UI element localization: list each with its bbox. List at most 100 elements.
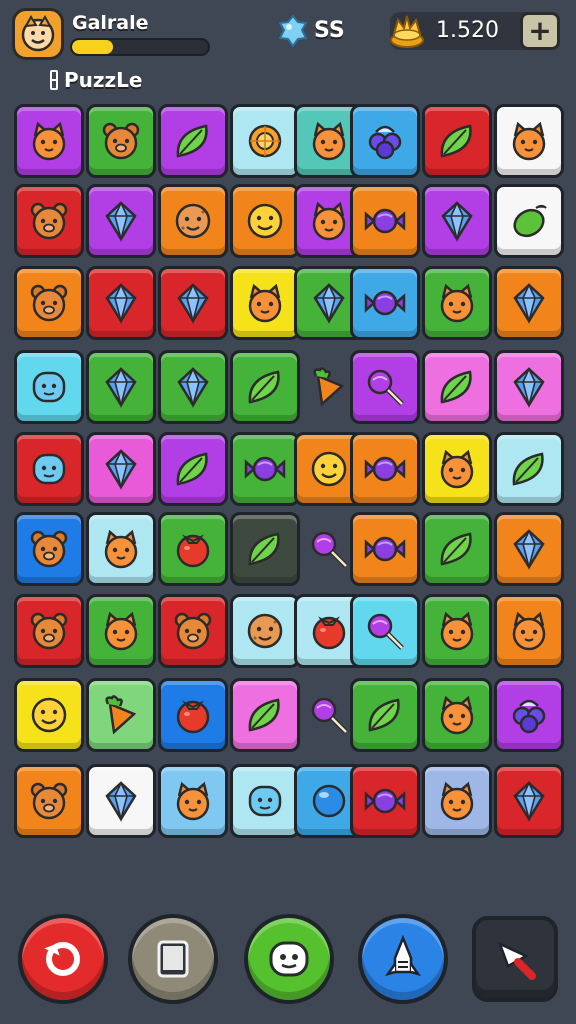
cat-face-icon	[440, 449, 474, 489]
board-tile[interactable]	[14, 594, 84, 668]
board-tile[interactable]	[158, 104, 228, 178]
board-tile[interactable]	[422, 266, 492, 340]
cookie-face-icon	[175, 203, 211, 239]
leaf-icon	[368, 698, 400, 732]
board-tile[interactable]	[422, 764, 492, 838]
board-tile[interactable]	[350, 266, 420, 340]
board-tile[interactable]	[350, 350, 420, 424]
board-tile[interactable]	[350, 184, 420, 258]
board-tile[interactable]	[230, 594, 300, 668]
board-tile[interactable]	[494, 594, 564, 668]
board-tile[interactable]	[494, 512, 564, 586]
board-tile[interactable]	[230, 266, 300, 340]
bear-face-icon	[30, 202, 68, 240]
cat-face-icon	[440, 611, 474, 651]
bear-face-icon	[30, 782, 68, 820]
candy-icon	[244, 456, 286, 482]
board-tile[interactable]	[350, 594, 420, 668]
smiley-button[interactable]	[244, 914, 334, 1004]
board-tile[interactable]	[230, 678, 300, 752]
board-tile[interactable]	[230, 350, 300, 424]
board-tile[interactable]	[422, 350, 492, 424]
board-tile[interactable]	[14, 512, 84, 586]
board-tile[interactable]	[158, 184, 228, 258]
crystal-icon	[105, 781, 137, 823]
board-tile[interactable]	[422, 594, 492, 668]
leaf-icon	[440, 532, 472, 566]
board-tile[interactable]	[494, 184, 564, 258]
leaf-icon	[176, 452, 208, 486]
crystal-icon	[105, 449, 137, 491]
board-tile[interactable]	[422, 184, 492, 258]
board-tile[interactable]	[14, 104, 84, 178]
tomato-icon	[176, 700, 210, 734]
board-tile[interactable]	[494, 266, 564, 340]
cat-face-icon	[312, 201, 346, 241]
cat-face-icon	[104, 529, 138, 569]
board-tile[interactable]	[14, 432, 84, 506]
board-tile[interactable]	[494, 678, 564, 752]
board-tile[interactable]	[14, 350, 84, 424]
puzzle-board	[0, 0, 576, 860]
tablet-button[interactable]	[128, 914, 218, 1004]
candy-icon	[364, 536, 406, 562]
rocket-button[interactable]	[358, 914, 448, 1004]
board-tile[interactable]	[14, 266, 84, 340]
board-tile[interactable]	[230, 432, 300, 506]
board-tile[interactable]	[158, 678, 228, 752]
board-tile[interactable]	[158, 266, 228, 340]
board-tile[interactable]	[422, 678, 492, 752]
board-tile[interactable]	[158, 432, 228, 506]
board-tile[interactable]	[86, 512, 156, 586]
crystal-icon	[177, 367, 209, 409]
board-tile[interactable]	[86, 184, 156, 258]
board-tile[interactable]	[422, 104, 492, 178]
board-tile[interactable]	[494, 350, 564, 424]
carrot-icon	[105, 695, 137, 735]
board-tile[interactable]	[14, 678, 84, 752]
crystal-icon	[177, 283, 209, 325]
board-tile[interactable]	[230, 512, 300, 586]
candy-icon	[364, 290, 406, 316]
board-tile[interactable]	[86, 432, 156, 506]
board-tile[interactable]	[494, 104, 564, 178]
board-tile[interactable]	[230, 104, 300, 178]
board-tile[interactable]	[86, 350, 156, 424]
board-tile[interactable]	[230, 184, 300, 258]
blob-face-icon	[32, 371, 66, 403]
crystal-icon	[513, 529, 545, 571]
leaf-icon	[248, 698, 280, 732]
board-tile[interactable]	[350, 764, 420, 838]
board-tile[interactable]	[350, 512, 420, 586]
board-tile[interactable]	[350, 432, 420, 506]
board-tile[interactable]	[86, 266, 156, 340]
board-tile[interactable]	[422, 512, 492, 586]
hammer-button[interactable]	[472, 916, 558, 1002]
board-tile[interactable]	[422, 432, 492, 506]
board-tile[interactable]	[494, 764, 564, 838]
board-tile[interactable]	[158, 350, 228, 424]
crystal-icon	[513, 781, 545, 823]
smiley-face-icon	[311, 451, 347, 487]
board-tile[interactable]	[158, 764, 228, 838]
crystal-icon	[513, 367, 545, 409]
blob-face-icon	[248, 785, 282, 817]
board-tile[interactable]	[230, 764, 300, 838]
bear-face-icon	[102, 122, 140, 160]
board-tile[interactable]	[86, 104, 156, 178]
board-tile[interactable]	[86, 764, 156, 838]
board-tile[interactable]	[14, 184, 84, 258]
board-tile[interactable]	[494, 432, 564, 506]
lollipop-icon	[311, 697, 348, 734]
board-tile[interactable]	[350, 104, 420, 178]
board-tile[interactable]	[14, 764, 84, 838]
crystal-icon	[513, 283, 545, 325]
cat-face-icon	[32, 121, 66, 161]
board-tile[interactable]	[158, 512, 228, 586]
board-tile[interactable]	[350, 678, 420, 752]
tomato-icon	[312, 616, 346, 650]
board-tile[interactable]	[86, 594, 156, 668]
board-tile[interactable]	[158, 594, 228, 668]
board-tile[interactable]	[86, 678, 156, 752]
restart-button[interactable]	[18, 914, 108, 1004]
